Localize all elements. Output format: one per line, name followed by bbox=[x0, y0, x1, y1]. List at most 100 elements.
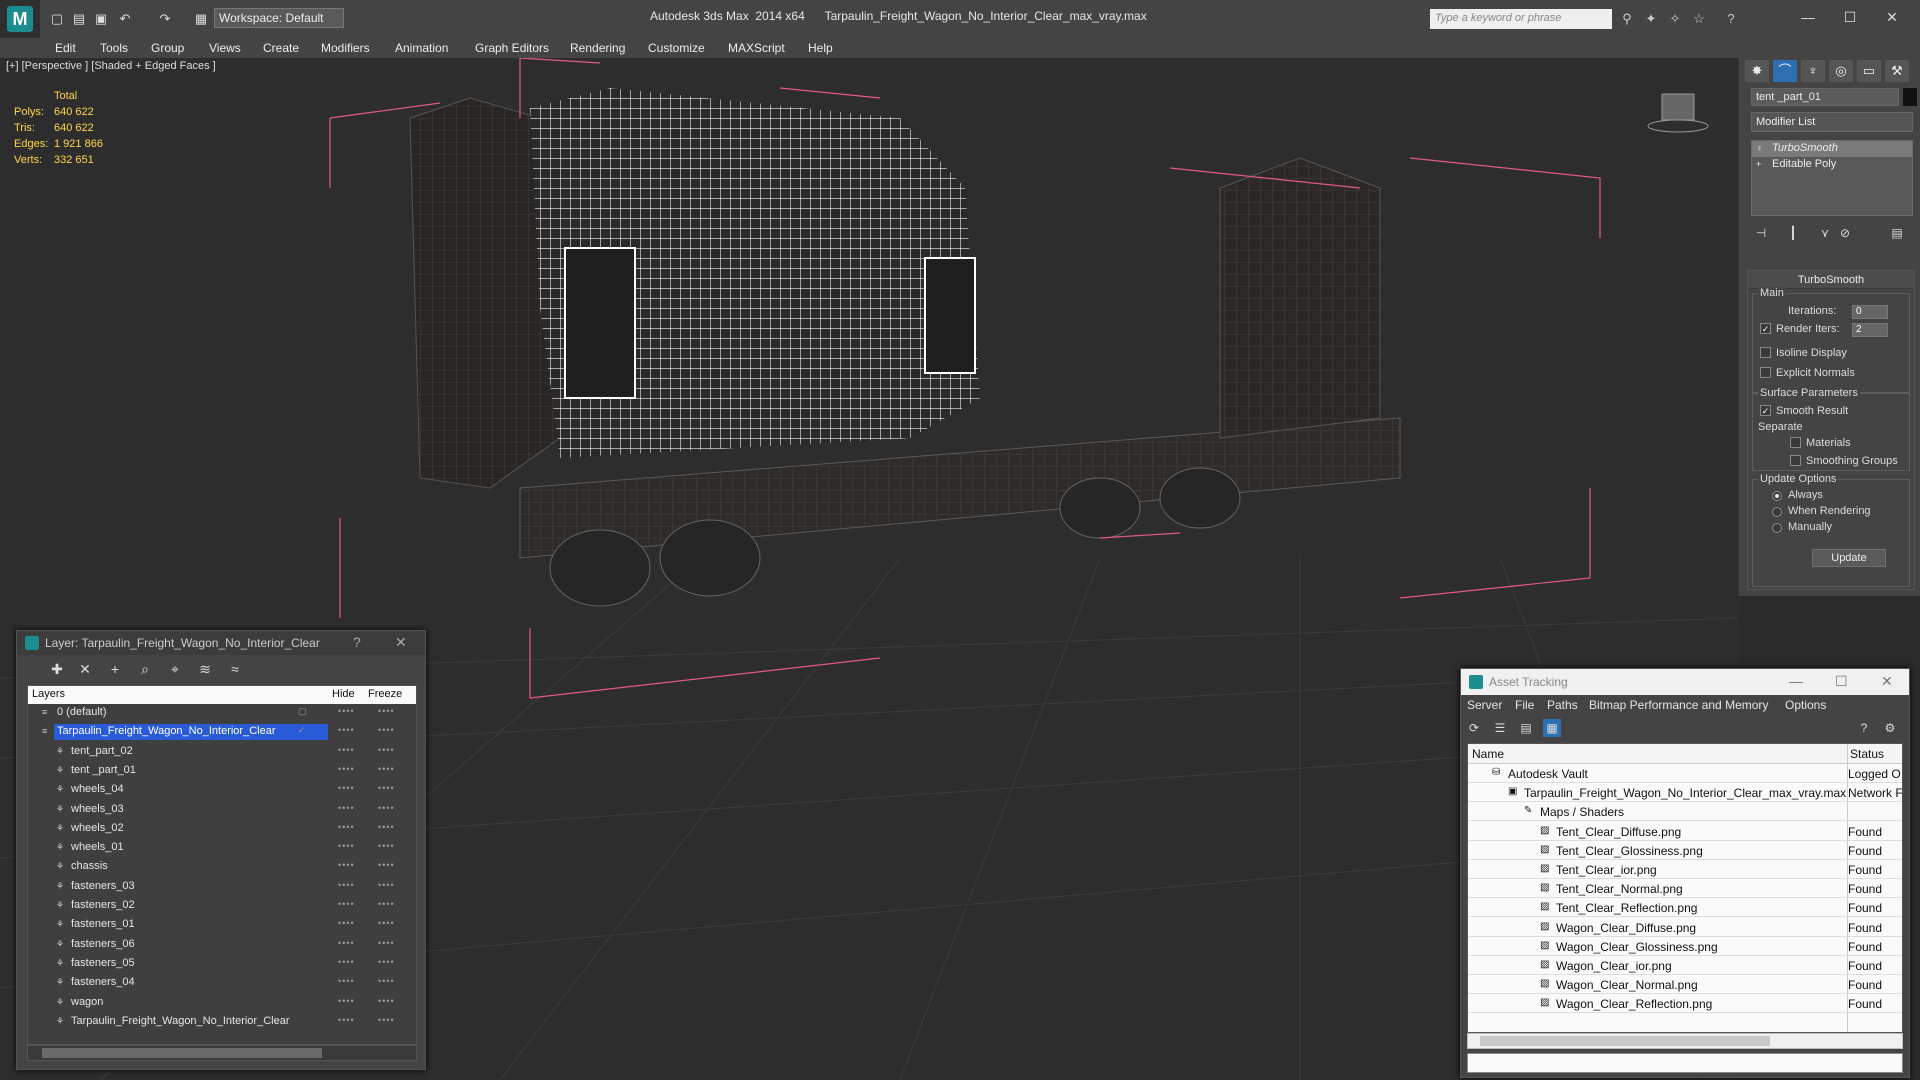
layer-row[interactable]: ⚘ wheels_02 •••• •••• bbox=[28, 820, 416, 839]
layer-name[interactable]: Tarpaulin_Freight_Wagon_No_Interior_Clea… bbox=[54, 724, 328, 741]
layer-row[interactable]: ⚘ wheels_04 •••• •••• bbox=[28, 781, 416, 800]
freeze-toggle-icon[interactable]: •••• bbox=[378, 860, 395, 870]
utilities-tab-icon[interactable]: ⚒ bbox=[1885, 60, 1909, 82]
layer-name[interactable]: fasteners_02 bbox=[68, 898, 138, 914]
asset-minimize-icon[interactable]: — bbox=[1789, 673, 1803, 689]
expand-plus-icon[interactable]: + bbox=[1756, 159, 1766, 169]
freeze-toggle-icon[interactable]: •••• bbox=[378, 918, 395, 928]
freeze-toggle-icon[interactable]: •••• bbox=[378, 745, 395, 755]
layer-row[interactable]: ⚘ fasteners_02 •••• •••• bbox=[28, 897, 416, 916]
asset-menu-bitmap[interactable]: Bitmap Performance and Memory bbox=[1589, 698, 1768, 712]
asset-row[interactable]: ▨ Tent_Clear_ior.png Found bbox=[1468, 860, 1902, 879]
help-icon[interactable]: ? bbox=[1855, 719, 1873, 737]
render-iters-checkbox[interactable]: ✓ bbox=[1760, 323, 1771, 334]
asset-row[interactable]: ▨ Tent_Clear_Glossiness.png Found bbox=[1468, 841, 1902, 860]
layer-row[interactable]: ⚘ wheels_03 •••• •••• bbox=[28, 801, 416, 820]
layer-row[interactable]: ⚘ fasteners_04 •••• •••• bbox=[28, 974, 416, 993]
layer-name[interactable]: wheels_01 bbox=[68, 840, 127, 856]
freeze-toggle-icon[interactable]: •••• bbox=[378, 996, 395, 1006]
minimize-icon[interactable]: — bbox=[1792, 6, 1824, 28]
asset-row[interactable]: ▨ Wagon_Clear_Glossiness.png Found bbox=[1468, 937, 1902, 956]
hide-toggle-icon[interactable]: •••• bbox=[338, 996, 355, 1006]
asset-row[interactable]: ▨ Tent_Clear_Diffuse.png Found bbox=[1468, 822, 1902, 841]
freeze-toggle-icon[interactable]: •••• bbox=[378, 783, 395, 793]
asset-row[interactable]: ▨ Wagon_Clear_Diffuse.png Found bbox=[1468, 918, 1902, 937]
always-radio[interactable] bbox=[1772, 491, 1782, 501]
layer-name[interactable]: fasteners_05 bbox=[68, 956, 138, 972]
hide-toggle-icon[interactable]: •••• bbox=[338, 957, 355, 967]
object-color-swatch[interactable] bbox=[1903, 88, 1917, 106]
smoothing-groups-checkbox[interactable] bbox=[1790, 455, 1801, 466]
hide-toggle-icon[interactable]: •••• bbox=[338, 918, 355, 928]
hide-toggle-icon[interactable]: •••• bbox=[338, 706, 355, 716]
hide-toggle-icon[interactable]: •••• bbox=[338, 822, 355, 832]
asset-menu-file[interactable]: File bbox=[1515, 698, 1534, 712]
new-layer-icon[interactable]: ✚ bbox=[47, 659, 67, 679]
make-unique-icon[interactable]: ⋎ bbox=[1815, 224, 1835, 242]
hide-toggle-icon[interactable]: •••• bbox=[338, 783, 355, 793]
menu-customize[interactable]: Customize bbox=[648, 41, 705, 55]
stack-item-turbosmooth[interactable]: ♀ TurboSmooth bbox=[1752, 141, 1912, 157]
layer-name[interactable]: wheels_04 bbox=[68, 782, 127, 798]
table-view-icon[interactable]: ▦ bbox=[1543, 719, 1561, 737]
layer-name[interactable]: wagon bbox=[68, 995, 106, 1011]
manually-radio[interactable] bbox=[1772, 523, 1782, 533]
asset-maximize-icon[interactable]: ☐ bbox=[1835, 673, 1848, 690]
freeze-toggle-icon[interactable]: •••• bbox=[378, 822, 395, 832]
select-layer-icon[interactable]: ⌖ bbox=[165, 659, 185, 679]
show-end-result-icon[interactable]: ┃ bbox=[1783, 224, 1803, 242]
freeze-toggle-icon[interactable]: •••• bbox=[378, 841, 395, 851]
menu-help[interactable]: Help bbox=[808, 41, 833, 55]
asset-row[interactable]: ▨ Wagon_Clear_Reflection.png Found bbox=[1468, 994, 1902, 1014]
asset-close-icon[interactable]: ✕ bbox=[1881, 673, 1893, 690]
iterations-spinner[interactable]: 0 bbox=[1852, 305, 1888, 319]
hide-toggle-icon[interactable]: •••• bbox=[338, 745, 355, 755]
stack-item-editable-poly[interactable]: + Editable Poly bbox=[1752, 157, 1912, 173]
layer-row[interactable]: ⚘ wagon •••• •••• bbox=[28, 994, 416, 1013]
materials-checkbox[interactable] bbox=[1790, 437, 1801, 448]
hide-toggle-icon[interactable]: •••• bbox=[338, 764, 355, 774]
freeze-toggle-icon[interactable]: •••• bbox=[378, 957, 395, 967]
favorites-star-icon[interactable]: ☆ bbox=[1690, 10, 1708, 28]
list-view-icon[interactable]: ☰ bbox=[1491, 719, 1509, 737]
layer-name[interactable]: fasteners_01 bbox=[68, 917, 138, 933]
remove-modifier-icon[interactable]: ⊘ bbox=[1835, 224, 1855, 242]
layer-row[interactable]: ⚘ fasteners_03 •••• •••• bbox=[28, 878, 416, 897]
hide-toggle-icon[interactable]: •••• bbox=[338, 860, 355, 870]
layer-name[interactable]: Tarpaulin_Freight_Wagon_No_Interior_Clea… bbox=[68, 1014, 293, 1030]
col-hide[interactable]: Hide bbox=[332, 688, 355, 700]
layer-name[interactable]: fasteners_04 bbox=[68, 975, 138, 991]
menu-graph-editors[interactable]: Graph Editors bbox=[475, 41, 549, 55]
close-icon[interactable]: ✕ bbox=[1876, 6, 1908, 28]
workspace-dropdown[interactable]: Workspace: Default bbox=[214, 8, 344, 28]
hide-toggle-icon[interactable]: •••• bbox=[338, 899, 355, 909]
binoculars-icon[interactable]: ⚲ bbox=[1618, 10, 1636, 28]
col-layers[interactable]: Layers bbox=[32, 688, 65, 700]
asset-horizontal-scrollbar[interactable] bbox=[1467, 1033, 1903, 1049]
layer-row[interactable]: ⚘ fasteners_06 •••• •••• bbox=[28, 936, 416, 955]
menu-group[interactable]: Group bbox=[151, 41, 184, 55]
layer-window-titlebar[interactable]: Layer: Tarpaulin_Freight_Wagon_No_Interi… bbox=[17, 631, 425, 655]
delete-layer-icon[interactable]: ✕ bbox=[75, 659, 95, 679]
menu-views[interactable]: Views bbox=[209, 41, 241, 55]
layer-row[interactable]: ⚘ fasteners_01 •••• •••• bbox=[28, 916, 416, 935]
communication-icon[interactable]: ✧ bbox=[1666, 10, 1684, 28]
col-status[interactable]: Status bbox=[1850, 747, 1884, 761]
layer-row[interactable]: ≡ Tarpaulin_Freight_Wagon_No_Interior_Cle… bbox=[28, 723, 416, 742]
configure-sets-icon[interactable]: ▤ bbox=[1887, 224, 1907, 242]
motion-tab-icon[interactable]: ◎ bbox=[1829, 60, 1853, 82]
options-help-icon[interactable]: ⚙ bbox=[1881, 719, 1899, 737]
layer-row[interactable]: ⚘ tent_part_02 •••• •••• bbox=[28, 743, 416, 762]
layer-name[interactable]: fasteners_06 bbox=[68, 937, 138, 953]
refresh-icon[interactable]: ⟳ bbox=[1465, 719, 1483, 737]
search-input[interactable]: Type a keyword or phrase bbox=[1430, 9, 1612, 29]
layer-row[interactable]: ⚘ fasteners_05 •••• •••• bbox=[28, 955, 416, 974]
freeze-toggle-icon[interactable]: •••• bbox=[378, 764, 395, 774]
hide-toggle-icon[interactable]: •••• bbox=[338, 938, 355, 948]
hide-toggle-icon[interactable]: •••• bbox=[338, 725, 355, 735]
freeze-toggle-icon[interactable]: •••• bbox=[378, 899, 395, 909]
layer-row[interactable]: ⚘ Tarpaulin_Freight_Wagon_No_Interior_Cle… bbox=[28, 1013, 416, 1032]
layer-horizontal-scrollbar[interactable] bbox=[27, 1045, 417, 1061]
hide-toggle-icon[interactable]: •••• bbox=[338, 976, 355, 986]
open-file-icon[interactable]: ▤ bbox=[70, 10, 88, 28]
